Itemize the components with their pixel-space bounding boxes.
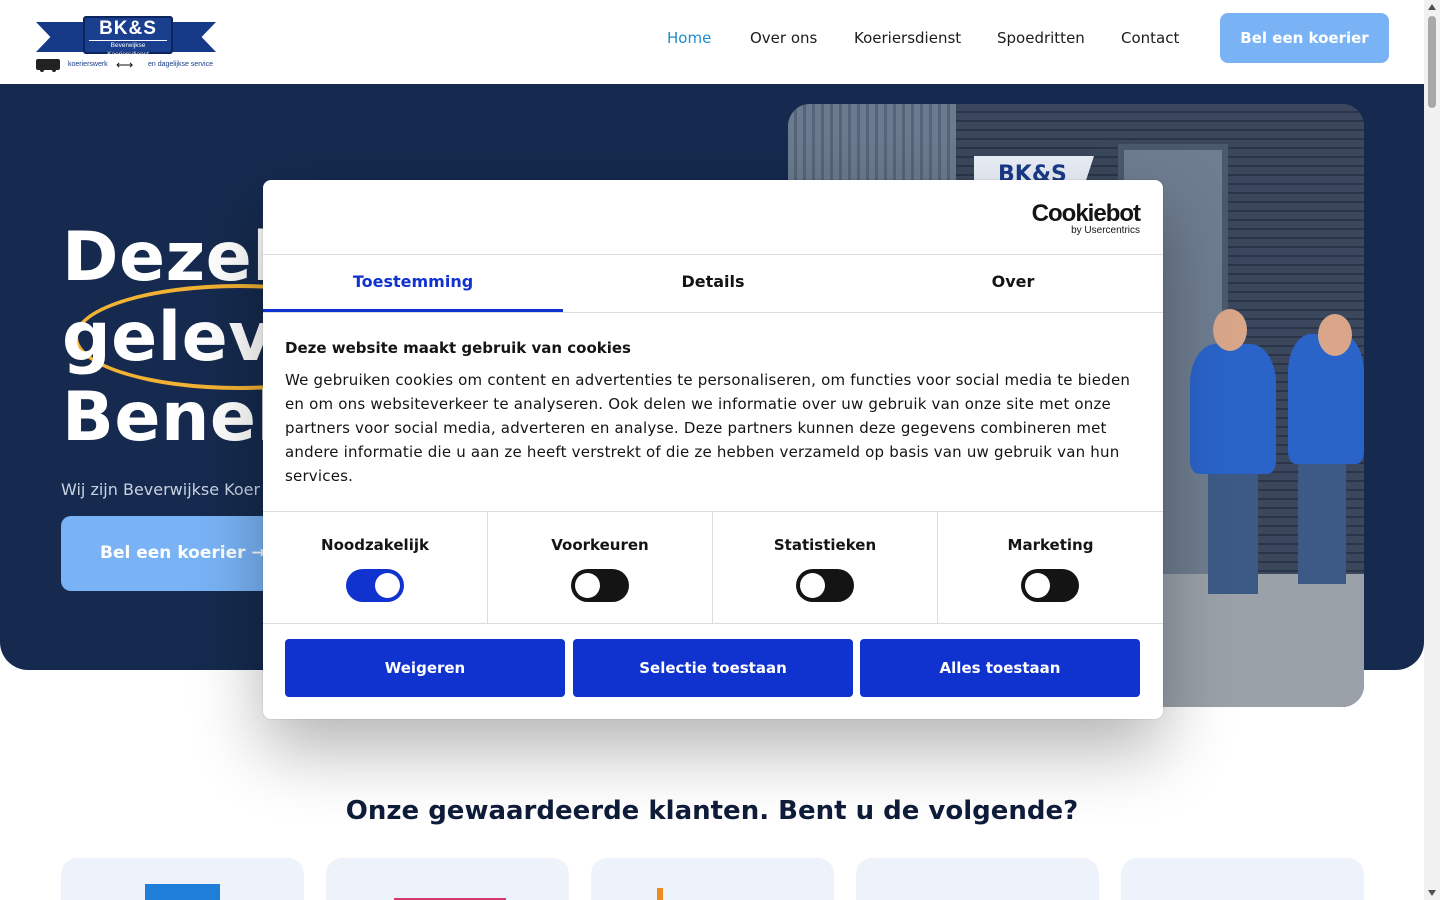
tab-details[interactable]: Details (563, 255, 863, 313)
cookiebot-brand: Cookiebot (1031, 200, 1141, 227)
toggle-group-noodzakelijk: Noodzakelijk (263, 512, 488, 624)
scroll-up-icon[interactable] (1428, 4, 1436, 10)
cookie-tabs: Toestemming Details Over (263, 255, 1163, 313)
scroll-down-icon[interactable] (1428, 890, 1436, 896)
cookie-category-toggles: Noodzakelijk Voorkeuren Statistieken Mar… (263, 511, 1163, 624)
toggle-label: Statistieken (773, 536, 877, 554)
toggle-group-marketing: Marketing (938, 512, 1163, 624)
toggle-voorkeuren[interactable] (571, 569, 629, 602)
cookie-overlay: Cookiebot by Usercentrics Toestemming De… (0, 0, 1424, 900)
divider (263, 312, 1163, 313)
cookie-body-text: We gebruiken cookies om content en adver… (285, 371, 1131, 485)
toggle-knob (800, 573, 825, 598)
scroll-thumb[interactable] (1428, 16, 1436, 108)
toggle-group-statistieken: Statistieken (713, 512, 938, 624)
reject-button[interactable]: Weigeren (285, 639, 565, 697)
tab-toestemming[interactable]: Toestemming (263, 255, 563, 313)
toggle-label: Voorkeuren (551, 536, 649, 554)
page-scrollbar[interactable] (1424, 0, 1440, 900)
tab-over[interactable]: Over (863, 255, 1163, 313)
cookiebot-brand-sub: by Usercentrics (1071, 225, 1140, 236)
toggle-statistieken[interactable] (796, 569, 854, 602)
toggle-group-voorkeuren: Voorkeuren (488, 512, 713, 624)
toggle-marketing[interactable] (1021, 569, 1079, 602)
toggle-noodzakelijk[interactable] (346, 569, 404, 602)
allow-selection-button[interactable]: Selectie toestaan (573, 639, 853, 697)
toggle-label: Marketing (1007, 536, 1094, 554)
cookie-heading: Deze website maakt gebruik van cookies (285, 339, 631, 357)
cookiebot-logo: Cookiebot by Usercentrics (1031, 200, 1141, 236)
toggle-knob (1025, 573, 1050, 598)
allow-all-button[interactable]: Alles toestaan (860, 639, 1140, 697)
toggle-knob (575, 573, 600, 598)
toggle-knob (375, 573, 400, 598)
toggle-label: Noodzakelijk (321, 536, 429, 554)
cookie-consent-dialog: Cookiebot by Usercentrics Toestemming De… (263, 180, 1163, 719)
